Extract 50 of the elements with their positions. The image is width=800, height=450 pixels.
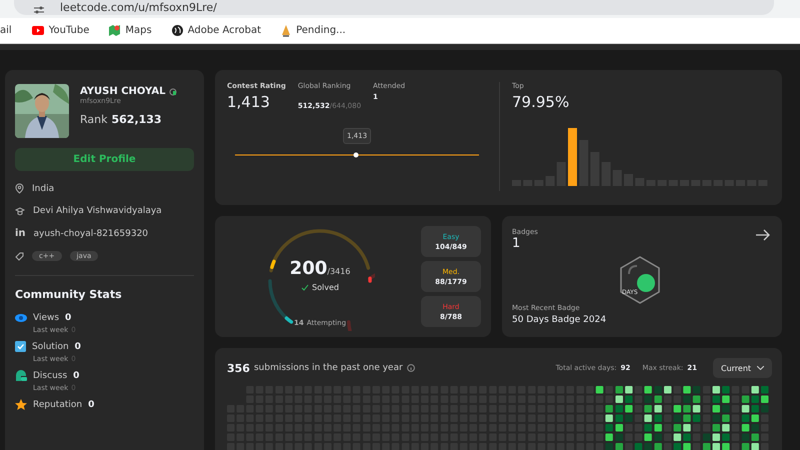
solved-count: 200 bbox=[290, 258, 328, 279]
badge-drawing bbox=[619, 256, 661, 304]
histogram-bar bbox=[568, 128, 577, 186]
stat-label: Reputation bbox=[33, 400, 82, 410]
check-icon bbox=[301, 284, 310, 291]
map-pin-icon bbox=[109, 25, 120, 36]
rank-value: 562,133 bbox=[111, 113, 162, 126]
star-icon bbox=[15, 399, 27, 410]
chevron-down-icon bbox=[757, 366, 764, 370]
solved-total: /3416 bbox=[327, 267, 350, 276]
info-text: Devi Ahilya Vishwavidyalaya bbox=[33, 206, 162, 216]
bookmark[interactable]: Pending... bbox=[296, 25, 346, 36]
bookmark[interactable]: YouTube bbox=[48, 25, 90, 36]
bookmark[interactable]: ail bbox=[0, 25, 12, 36]
user-name: AYUSH CHOYAL bbox=[80, 86, 166, 97]
discuss-icon bbox=[15, 370, 27, 381]
submission-count: 356 bbox=[227, 362, 250, 374]
stat-value: 0 bbox=[88, 400, 94, 410]
stat-value: 0 bbox=[74, 342, 81, 352]
eye-icon bbox=[15, 314, 27, 322]
graduation-cap-icon bbox=[15, 206, 25, 216]
stat-value: 0 bbox=[73, 370, 80, 380]
video-icon bbox=[32, 26, 44, 35]
period-select[interactable]: Current bbox=[713, 358, 772, 378]
stat-label: Discuss bbox=[33, 370, 68, 380]
badge-count: 1 bbox=[512, 236, 520, 251]
contest-rating: 1,413 bbox=[227, 93, 271, 111]
stat-label: Solution bbox=[32, 342, 69, 352]
location-pin-icon bbox=[15, 183, 24, 194]
bookmark[interactable]: Adobe Acrobat bbox=[188, 25, 262, 36]
bookmark[interactable]: Maps bbox=[125, 25, 152, 36]
info-icon bbox=[406, 364, 415, 372]
recent-badge-title: 50 Days Badge 2024 bbox=[512, 315, 606, 325]
linkedin-icon: in bbox=[15, 228, 26, 239]
rank-label: Rank bbox=[80, 113, 108, 126]
top-percent: 79.95% bbox=[512, 93, 570, 111]
tune-icon bbox=[34, 6, 44, 14]
info-text: ayush-choyal-821659320 bbox=[34, 228, 148, 238]
submission-text: submissions in the past one year bbox=[254, 363, 403, 373]
url-text[interactable]: leetcode.com/u/mfsoxn9Lre/ bbox=[60, 1, 217, 14]
solved-label: Solved bbox=[312, 283, 339, 292]
arrow-right-icon[interactable] bbox=[756, 229, 770, 241]
edit-profile-button[interactable]: Edit Profile bbox=[15, 148, 194, 171]
globe-icon bbox=[172, 25, 183, 36]
info-text: India bbox=[32, 184, 54, 194]
section-title: Community Stats bbox=[15, 288, 123, 301]
checkbox-icon bbox=[15, 341, 26, 352]
stat-value: 0 bbox=[65, 313, 72, 323]
stat-label: Views bbox=[33, 313, 60, 323]
tag-icon bbox=[15, 252, 24, 260]
